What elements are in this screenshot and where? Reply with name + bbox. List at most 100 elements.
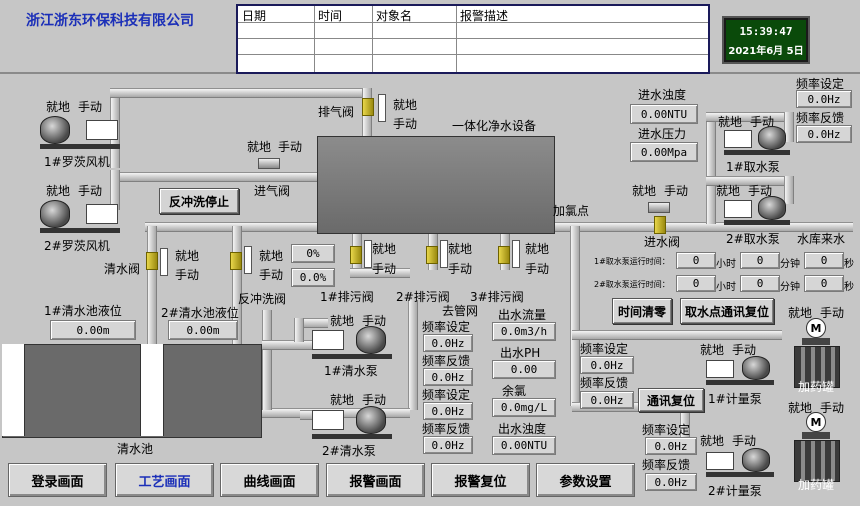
pump2-second-unit: 秒 (844, 282, 854, 293)
fan1-manual-label: 手动 (78, 100, 103, 114)
nav-login[interactable]: 登录画面 (8, 463, 107, 497)
nav-alarm-reset[interactable]: 报警复位 (431, 463, 530, 497)
out-flow-display: 0.0m3/h (492, 322, 556, 341)
inlet-air-local-label: 就地 (247, 140, 272, 154)
drain1-label: 1#排污阀 (320, 290, 374, 304)
fan2-blower[interactable] (40, 198, 120, 234)
metering-pump1-name: 1#计量泵 (708, 392, 762, 406)
mp2-motor-icon (742, 448, 770, 472)
drain3-valve-icon[interactable] (498, 246, 510, 264)
pump1-hour-unit: 小时 (716, 259, 736, 270)
intake-comm-reset-button[interactable]: 取水点通讯复位 (680, 298, 774, 324)
cp1-freq-set-display[interactable]: 0.0Hz (423, 334, 473, 352)
drain1-valve-icon[interactable] (350, 246, 362, 264)
inlet-air-valve-icon[interactable] (258, 158, 280, 169)
fan1-local-label: 就地 (46, 100, 71, 114)
clear-pump1[interactable] (312, 324, 392, 360)
pipe (110, 88, 364, 98)
metering-pump1[interactable] (706, 356, 778, 386)
backwash-valve-icon[interactable] (230, 252, 242, 270)
nav-curve[interactable]: 曲线画面 (220, 463, 319, 497)
fan1-blower[interactable] (40, 114, 120, 150)
drain3-label: 3#排污阀 (470, 290, 524, 304)
pipe (294, 318, 304, 342)
intake-pump2[interactable] (724, 196, 794, 226)
pool-divider (2, 344, 25, 436)
cp2-freq-fb-display: 0.0Hz (423, 436, 473, 454)
clear-water-pool[interactable] (2, 344, 262, 438)
exhaust-valve-icon[interactable] (362, 98, 374, 116)
mixer1-motor-icon[interactable]: M (806, 318, 826, 338)
mp1-motor-icon (742, 356, 770, 380)
pump2-runtime-label: 2#取水泵运行时间： (594, 280, 670, 289)
fan2-local-label: 就地 (46, 184, 71, 198)
clear-pool-label: 清水池 (117, 442, 154, 456)
clear-pump2[interactable] (312, 404, 392, 440)
pump1-minute-unit: 分钟 (780, 259, 800, 270)
tank2-cap (802, 432, 830, 439)
dt1-local-label: 就地 (788, 306, 813, 320)
company-name: 浙江浙东环保科技有限公司 (26, 13, 194, 29)
nav-alarm[interactable]: 报警画面 (326, 463, 425, 497)
backwash-pct2-display: 0.0% (291, 268, 335, 287)
in-press-label: 进水压力 (638, 127, 687, 141)
pump2-runtime-hours: 0 (676, 275, 716, 292)
mp2-freq-fb-label: 频率反馈 (642, 458, 691, 472)
pump2-hour-unit: 小时 (716, 282, 736, 293)
backwash-stop-button[interactable]: 反冲洗停止 (159, 188, 239, 214)
cp1-motor-icon (356, 326, 386, 354)
nav-params[interactable]: 参数设置 (536, 463, 635, 497)
ip2-base (724, 220, 790, 225)
mp1-freq-set-display[interactable]: 0.0Hz (580, 356, 634, 374)
comm-reset-button[interactable]: 通讯复位 (638, 388, 704, 412)
chlorine-point-label: 加氯点 (553, 204, 590, 218)
inlet-water-valve-icon[interactable] (648, 202, 670, 213)
integrated-treatment-unit[interactable] (317, 136, 555, 234)
pump2-minute-unit: 分钟 (780, 282, 800, 293)
exhaust-valve-label: 排气阀 (318, 105, 355, 119)
alarm-table[interactable]: 日期 时间 对象名 报警描述 (236, 4, 710, 74)
cp2-freq-set-display[interactable]: 0.0Hz (423, 402, 473, 420)
ip-freq-set-display[interactable]: 0.0Hz (796, 90, 852, 108)
mp1-freq-set-label: 频率设定 (580, 342, 629, 356)
cp2-body-icon (312, 410, 344, 430)
mp2-freq-set-display[interactable]: 0.0Hz (645, 437, 697, 455)
reservoir-label: 水库来水 (797, 232, 846, 246)
scada-screen: 浙江浙东环保科技有限公司 日期 时间 对象名 报警描述 15:39:47 202… (0, 0, 860, 506)
level2-display: 0.00m (168, 320, 238, 340)
metering-pump2[interactable] (706, 448, 778, 478)
dt1-manual-label: 手动 (820, 306, 845, 320)
alarm-col-sep (314, 6, 315, 72)
pipe (145, 222, 317, 232)
fan1-base (40, 144, 120, 149)
intake-pump1-name: 1#取水泵 (726, 160, 780, 174)
exhaust-local-label: 就地 (393, 98, 418, 112)
drain1-manual-label: 手动 (372, 262, 397, 276)
nav-process[interactable]: 工艺画面 (115, 463, 214, 497)
out-turb-label: 出水浊度 (498, 422, 547, 436)
mp1-freq-fb-display: 0.0Hz (580, 391, 634, 409)
inlet-water-valve-body[interactable] (654, 216, 666, 234)
fan1-body-icon (86, 120, 118, 140)
pump1-runtime-minutes: 0 (740, 252, 780, 269)
fan2-name: 2#罗茨风机 (44, 239, 110, 253)
drain2-valve-icon[interactable] (426, 246, 438, 264)
pump1-runtime-hours: 0 (676, 252, 716, 269)
time-clear-button[interactable]: 时间清零 (612, 298, 672, 324)
backwash-valve-actuator (244, 246, 252, 274)
clear-water-valve-icon[interactable] (146, 252, 158, 270)
inlet-valve-local-label: 就地 (632, 184, 657, 198)
intake-pump1[interactable] (724, 126, 794, 156)
mp2-body-icon (706, 452, 734, 470)
out-turb-display: 0.00NTU (492, 436, 556, 455)
drain3-local-label: 就地 (525, 242, 550, 256)
drain2-actuator (440, 240, 448, 268)
mp1-freq-fb-label: 频率反馈 (580, 376, 629, 390)
exhaust-manual-label: 手动 (393, 117, 418, 131)
mixer2-motor-icon[interactable]: M (806, 412, 826, 432)
exhaust-valve-actuator (378, 94, 386, 122)
in-turb-label: 进水浊度 (638, 88, 687, 102)
tank1-cap (802, 338, 830, 345)
alarm-col-desc: 报警描述 (460, 9, 509, 23)
inlet-air-valve-label: 进气阀 (254, 184, 291, 198)
